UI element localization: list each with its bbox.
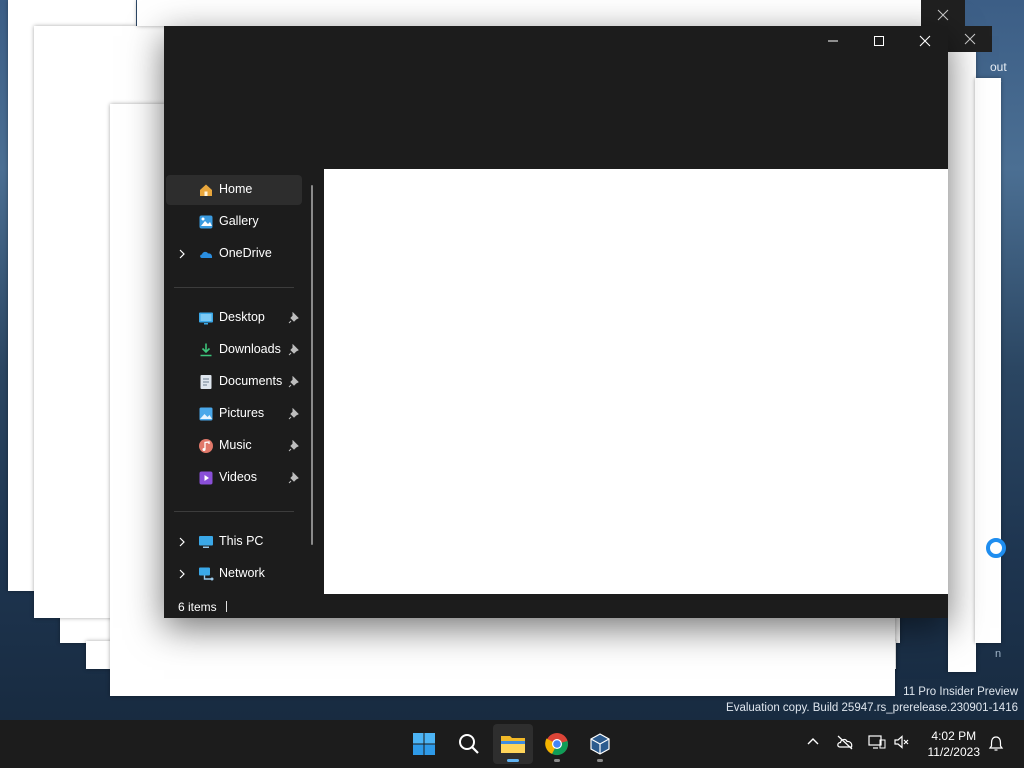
videos-icon	[199, 471, 213, 485]
pin-icon[interactable]	[288, 344, 300, 356]
status-item-count: 6 items	[178, 600, 217, 614]
onedrive-icon	[200, 251, 213, 258]
nav-item-this-pc[interactable]: This PC	[166, 527, 302, 557]
running-indicator	[554, 759, 560, 762]
start-button[interactable]	[404, 724, 444, 764]
pin-icon[interactable]	[288, 376, 300, 388]
home-icon	[200, 184, 212, 196]
status-divider	[226, 601, 227, 612]
pictures-icon	[199, 407, 213, 421]
desktop-folder-icon	[199, 312, 213, 325]
taskbar-chrome[interactable]	[537, 724, 577, 764]
nav-item-network[interactable]: Network	[166, 559, 302, 589]
running-indicator	[597, 759, 603, 762]
file-list-pane[interactable]	[324, 169, 948, 594]
notification-bell-icon[interactable]	[988, 735, 1004, 753]
maximize-button[interactable]	[856, 26, 902, 56]
nav-item-downloads[interactable]: Downloads	[166, 335, 302, 365]
nav-scrollbar[interactable]	[311, 185, 313, 545]
this-pc-icon	[199, 536, 213, 548]
nav-label: Gallery	[219, 214, 259, 228]
close-button[interactable]	[902, 26, 948, 56]
show-hidden-icons-chevron-icon[interactable]	[806, 734, 820, 748]
nav-item-videos[interactable]: Videos	[166, 463, 302, 493]
documents-icon	[200, 375, 212, 389]
nav-item-documents[interactable]: Documents	[166, 367, 302, 397]
close-icon	[919, 35, 931, 47]
nav-label: Downloads	[219, 342, 281, 356]
partial-desktop-text-out: out	[990, 60, 1007, 74]
start-icon	[413, 733, 435, 755]
pin-icon[interactable]	[288, 312, 300, 324]
clock-time: 4:02 PM	[931, 729, 977, 743]
network-status-icon[interactable]	[868, 734, 886, 750]
virtualbox-icon	[590, 733, 610, 755]
nav-label: Home	[219, 182, 253, 196]
taskbar-file-explorer[interactable]	[493, 724, 533, 764]
file-explorer-window: Home Gallery OneDrive Desktop Downloads …	[164, 26, 948, 618]
nav-item-onedrive[interactable]: OneDrive	[166, 239, 302, 269]
nav-item-pictures[interactable]: Pictures	[166, 399, 302, 429]
nav-item-desktop[interactable]: Desktop	[166, 303, 302, 333]
watermark-line-2: Evaluation copy. Build 25947.rs_prerelea…	[726, 702, 1018, 714]
ghost-window	[137, 0, 921, 26]
nav-label: Desktop	[219, 310, 265, 324]
ghost-close-icon	[964, 33, 976, 45]
nav-item-home[interactable]: Home	[166, 175, 302, 205]
gallery-icon	[199, 215, 213, 229]
network-icon	[199, 567, 214, 581]
expand-chevron-icon[interactable]	[176, 536, 188, 548]
chrome-icon	[545, 733, 568, 756]
onedrive-tray-icon[interactable]	[836, 734, 854, 750]
ghost-window	[975, 78, 1001, 643]
taskbar-virtualbox[interactable]	[580, 724, 620, 764]
nav-item-gallery[interactable]: Gallery	[166, 207, 302, 237]
file-explorer-icon	[501, 736, 525, 753]
pin-icon[interactable]	[288, 472, 300, 484]
expand-chevron-icon[interactable]	[176, 568, 188, 580]
taskbar: 4:02 PM 11/2/2023	[0, 720, 1024, 768]
minimize-button[interactable]	[810, 26, 856, 56]
nav-label: This PC	[219, 534, 264, 548]
music-icon	[199, 439, 213, 453]
nav-label: Pictures	[219, 406, 265, 420]
search-button[interactable]	[449, 724, 489, 764]
ghost-titlebar	[948, 26, 992, 52]
active-indicator	[507, 759, 519, 762]
nav-item-music[interactable]: Music	[166, 431, 302, 461]
nav-label: Videos	[219, 470, 257, 484]
nav-separator	[174, 287, 294, 288]
desktop-ring-icon[interactable]	[986, 538, 1006, 558]
navigation-pane: Home Gallery OneDrive Desktop Downloads …	[164, 169, 322, 594]
nav-label: OneDrive	[219, 246, 272, 260]
search-icon	[459, 734, 479, 754]
nav-label: Network	[219, 566, 265, 580]
nav-separator	[174, 511, 294, 512]
nav-label: Documents	[219, 374, 283, 388]
pin-icon[interactable]	[288, 440, 300, 452]
ghost-window	[948, 52, 976, 672]
minimize-icon	[828, 40, 838, 42]
expand-chevron-icon[interactable]	[176, 248, 188, 260]
nav-label: Music	[219, 438, 252, 452]
volume-muted-icon[interactable]	[893, 734, 911, 750]
downloads-icon	[200, 343, 212, 357]
taskbar-clock[interactable]: 4:02 PM 11/2/2023	[928, 728, 981, 760]
partial-desktop-text-n: n	[995, 648, 1002, 660]
clock-date: 11/2/2023	[927, 745, 981, 759]
pin-icon[interactable]	[288, 408, 300, 420]
watermark-line-1: 11 Pro Insider Preview	[903, 686, 1018, 698]
maximize-icon	[874, 36, 884, 46]
